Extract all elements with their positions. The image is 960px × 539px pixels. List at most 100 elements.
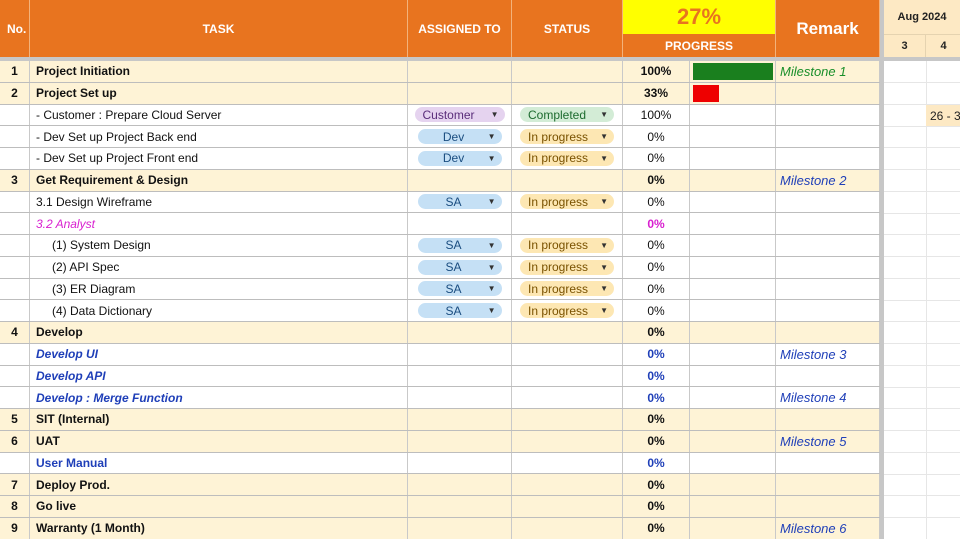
cell-progress-bar[interactable] — [690, 517, 776, 539]
cell-assigned[interactable] — [408, 343, 512, 365]
cell-task[interactable]: (3) ER Diagram — [30, 278, 408, 300]
cell-assigned[interactable] — [408, 365, 512, 387]
cell-progress-bar[interactable] — [690, 256, 776, 278]
table-row[interactable]: (4) Data Dictionary SA ▼ In progress ▼ 0% — [0, 300, 880, 322]
calendar-row[interactable] — [884, 453, 960, 475]
cell-remark[interactable] — [776, 126, 880, 147]
cell-assigned[interactable]: SA ▼ — [408, 300, 512, 321]
cell-no[interactable] — [0, 278, 30, 300]
cell-assigned[interactable] — [408, 496, 512, 517]
cell-progress-bar[interactable] — [690, 235, 776, 256]
status-dropdown[interactable]: In progress ▼ — [520, 150, 614, 166]
cell-remark[interactable] — [776, 82, 880, 104]
cell-progress-bar[interactable] — [690, 409, 776, 430]
cell-progress-bar[interactable] — [690, 82, 776, 104]
cell-progress[interactable]: 0% — [623, 365, 690, 387]
calendar-row[interactable] — [884, 518, 960, 539]
table-row[interactable]: - Customer : Prepare Cloud Server Custome… — [0, 104, 880, 127]
assignee-dropdown[interactable]: SA ▼ — [417, 259, 502, 275]
cell-assigned[interactable] — [408, 61, 512, 82]
cell-progress[interactable]: 100% — [623, 104, 690, 126]
cell-progress[interactable]: 0% — [623, 126, 690, 147]
gantt-bar[interactable]: 26 - 30 — [926, 105, 960, 126]
table-row[interactable]: 6 UAT 0% Milestone 5 — [0, 430, 880, 453]
cell-progress-bar[interactable] — [690, 148, 776, 169]
calendar-row[interactable] — [884, 83, 960, 105]
cell-assigned[interactable]: SA ▼ — [408, 235, 512, 256]
cell-task[interactable]: Go live — [30, 496, 408, 517]
cell-status[interactable] — [512, 365, 623, 387]
cell-status[interactable] — [512, 343, 623, 365]
cell-progress-bar[interactable] — [690, 343, 776, 365]
cell-remark[interactable] — [776, 300, 880, 321]
cell-progress[interactable]: 0% — [623, 300, 690, 321]
cell-assigned[interactable] — [408, 452, 512, 474]
cell-assigned[interactable]: Dev ▼ — [408, 148, 512, 169]
cell-progress-bar[interactable] — [690, 126, 776, 147]
cell-no[interactable] — [0, 191, 30, 213]
cell-task[interactable]: (4) Data Dictionary — [30, 300, 408, 321]
calendar-row[interactable] — [884, 300, 960, 323]
cell-status[interactable] — [512, 82, 623, 104]
cell-status[interactable]: In progress ▼ — [512, 191, 623, 213]
cell-assigned[interactable] — [408, 474, 512, 495]
cell-no[interactable]: 4 — [0, 322, 30, 343]
table-row[interactable]: 3.1 Design Wireframe SA ▼ In progress ▼ 0% — [0, 191, 880, 214]
cell-no[interactable] — [0, 235, 30, 256]
cell-progress-bar[interactable] — [690, 496, 776, 517]
calendar-row[interactable] — [884, 409, 960, 431]
calendar-row[interactable] — [884, 170, 960, 192]
cell-remark[interactable] — [776, 191, 880, 213]
cell-no[interactable] — [0, 343, 30, 365]
cell-task[interactable]: Deploy Prod. — [30, 474, 408, 495]
cell-no[interactable]: 7 — [0, 474, 30, 495]
status-dropdown[interactable]: In progress ▼ — [520, 281, 614, 297]
dropdown-arrow-icon[interactable]: ▼ — [491, 110, 499, 119]
cell-no[interactable] — [0, 256, 30, 278]
cell-progress[interactable]: 0% — [623, 343, 690, 365]
cell-remark[interactable] — [776, 235, 880, 256]
cell-assigned[interactable] — [408, 82, 512, 104]
calendar-row[interactable] — [884, 192, 960, 214]
dropdown-arrow-icon[interactable]: ▼ — [488, 284, 496, 293]
cell-progress-bar[interactable] — [690, 104, 776, 126]
cell-remark[interactable] — [776, 409, 880, 430]
table-row[interactable]: 4 Develop 0% — [0, 322, 880, 344]
calendar-row[interactable] — [884, 213, 960, 236]
dropdown-arrow-icon[interactable]: ▼ — [600, 241, 608, 250]
calendar-row[interactable] — [884, 474, 960, 497]
cell-remark[interactable]: Milestone 4 — [776, 387, 880, 408]
cell-progress-bar[interactable] — [690, 365, 776, 387]
cell-remark[interactable] — [776, 496, 880, 517]
cell-assigned[interactable]: SA ▼ — [408, 278, 512, 300]
table-row[interactable]: (3) ER Diagram SA ▼ In progress ▼ 0% — [0, 278, 880, 301]
cell-status[interactable]: Completed ▼ — [512, 104, 623, 126]
cell-task[interactable]: Project Initiation — [30, 61, 408, 82]
cell-status[interactable] — [512, 61, 623, 82]
assignee-dropdown[interactable]: SA ▼ — [417, 237, 502, 253]
cell-remark[interactable]: Milestone 5 — [776, 430, 880, 452]
cell-task[interactable]: Get Requirement & Design — [30, 169, 408, 191]
cell-progress-bar[interactable] — [690, 430, 776, 452]
cell-progress-bar[interactable] — [690, 278, 776, 300]
cell-remark[interactable] — [776, 322, 880, 343]
status-dropdown[interactable]: In progress ▼ — [520, 237, 614, 253]
cell-status[interactable] — [512, 387, 623, 408]
cell-progress-bar[interactable] — [690, 387, 776, 408]
cell-progress-bar[interactable] — [690, 169, 776, 191]
calendar-grid[interactable]: 26 - 30 — [884, 61, 960, 539]
cell-no[interactable]: 2 — [0, 82, 30, 104]
table-row[interactable]: (2) API Spec SA ▼ In progress ▼ 0% — [0, 256, 880, 279]
cell-status[interactable] — [512, 409, 623, 430]
assignee-dropdown[interactable]: Customer ▼ — [414, 107, 505, 123]
cell-task[interactable]: Develop — [30, 322, 408, 343]
cell-progress[interactable]: 0% — [623, 387, 690, 408]
cell-status[interactable] — [512, 169, 623, 191]
cell-status[interactable] — [512, 474, 623, 495]
cell-no[interactable] — [0, 126, 30, 147]
cell-task[interactable]: - Dev Set up Project Front end — [30, 148, 408, 169]
dropdown-arrow-icon[interactable]: ▼ — [488, 306, 496, 315]
cell-progress[interactable]: 0% — [623, 452, 690, 474]
dropdown-arrow-icon[interactable]: ▼ — [488, 263, 496, 272]
cell-progress[interactable]: 0% — [623, 191, 690, 213]
